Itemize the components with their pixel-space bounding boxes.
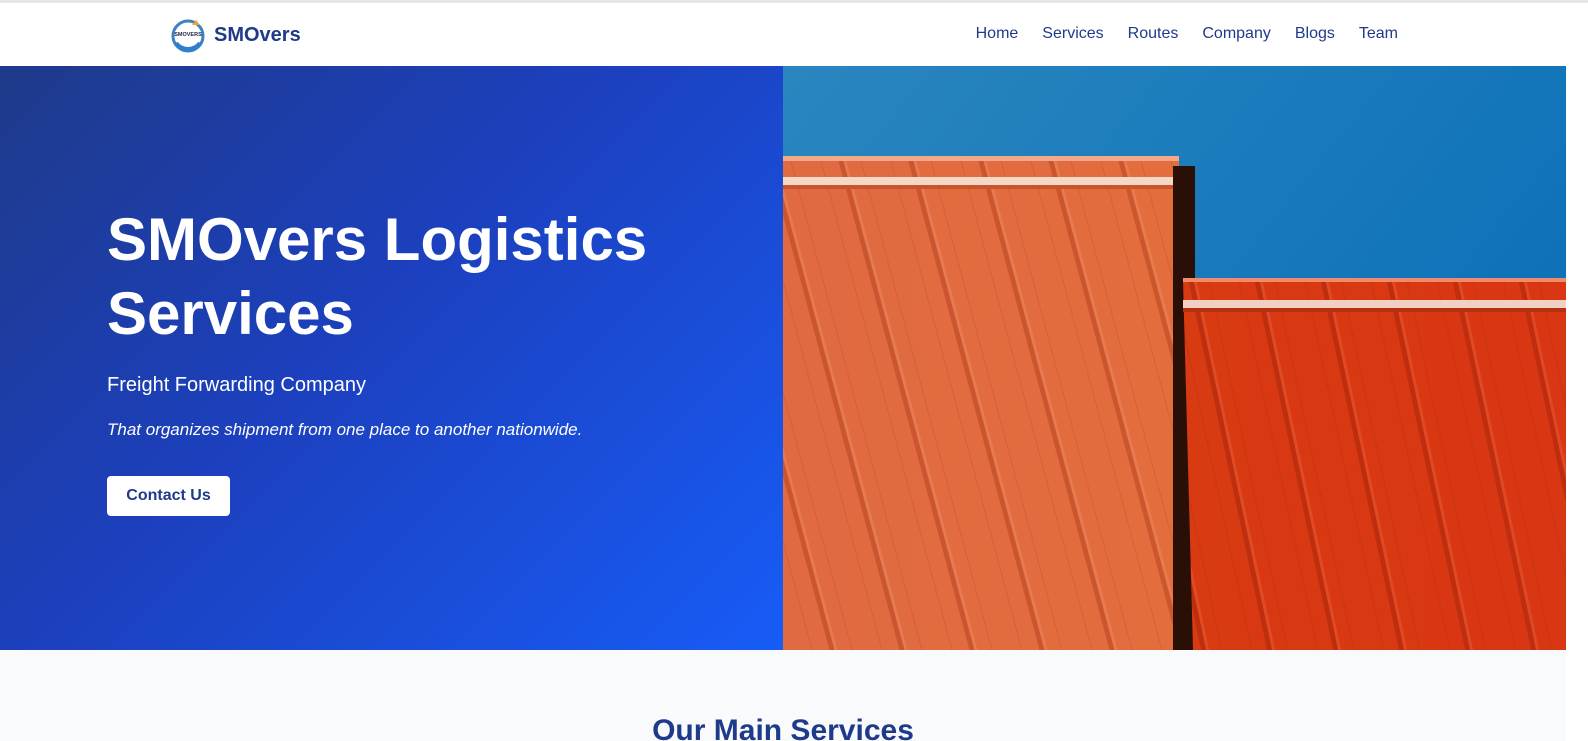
services-title: Our Main Services xyxy=(652,714,914,741)
nav-link-team[interactable]: Team xyxy=(1359,25,1398,43)
brand[interactable]: SMOVERS SMOvers xyxy=(170,17,301,53)
svg-text:SMOVERS: SMOVERS xyxy=(174,32,202,38)
nav-link-home[interactable]: Home xyxy=(976,25,1019,43)
nav-link-company[interactable]: Company xyxy=(1202,25,1270,43)
truck-logo-icon: SMOVERS xyxy=(171,19,205,53)
hero-subtitle: Freight Forwarding Company xyxy=(107,374,366,396)
nav-link-routes[interactable]: Routes xyxy=(1128,25,1179,43)
hero-content-panel: SMOvers Logistics Services Freight Forwa… xyxy=(0,66,783,650)
hero-image xyxy=(783,66,1566,650)
main-nav: Home Services Routes Company Blogs Team xyxy=(976,25,1398,43)
brand-name: SMOvers xyxy=(214,23,301,46)
nav-link-blogs[interactable]: Blogs xyxy=(1295,25,1335,43)
hero-section: SMOvers Logistics Services Freight Forwa… xyxy=(0,66,1566,650)
hero-description: That organizes shipment from one place t… xyxy=(107,420,583,439)
hero-title: SMOvers Logistics Services xyxy=(107,206,648,347)
contact-us-button[interactable]: Contact Us xyxy=(107,476,230,516)
navbar: SMOVERS SMOvers Home Services Routes Com… xyxy=(0,3,1566,66)
nav-link-services[interactable]: Services xyxy=(1042,25,1103,43)
scrollbar[interactable] xyxy=(1566,3,1588,741)
services-section: Our Main Services xyxy=(0,650,1566,741)
shipping-containers-image xyxy=(783,66,1566,650)
